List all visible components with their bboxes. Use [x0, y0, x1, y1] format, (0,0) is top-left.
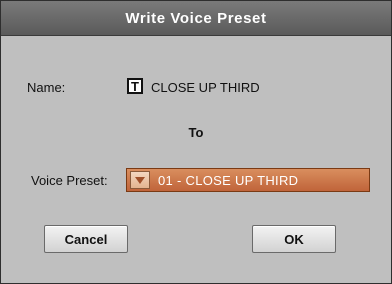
text-edit-icon[interactable]: T: [127, 78, 143, 94]
dialog-title: Write Voice Preset: [125, 9, 267, 27]
name-value[interactable]: CLOSE UP THIRD: [151, 80, 260, 95]
cancel-button[interactable]: Cancel: [44, 225, 128, 253]
dialog-title-bar: Write Voice Preset: [1, 1, 391, 36]
name-label: Name:: [27, 80, 66, 95]
write-voice-preset-dialog: Write Voice Preset Name: T CLOSE UP THIR…: [0, 0, 392, 284]
dropdown-button[interactable]: [130, 171, 150, 189]
voice-preset-label: Voice Preset:: [31, 173, 108, 188]
to-label: To: [188, 125, 204, 140]
ok-button[interactable]: OK: [252, 225, 336, 253]
voice-preset-select[interactable]: 01 - CLOSE UP THIRD: [126, 168, 370, 192]
triangle-down-icon: [135, 176, 145, 184]
voice-preset-value: 01 - CLOSE UP THIRD: [158, 172, 299, 188]
